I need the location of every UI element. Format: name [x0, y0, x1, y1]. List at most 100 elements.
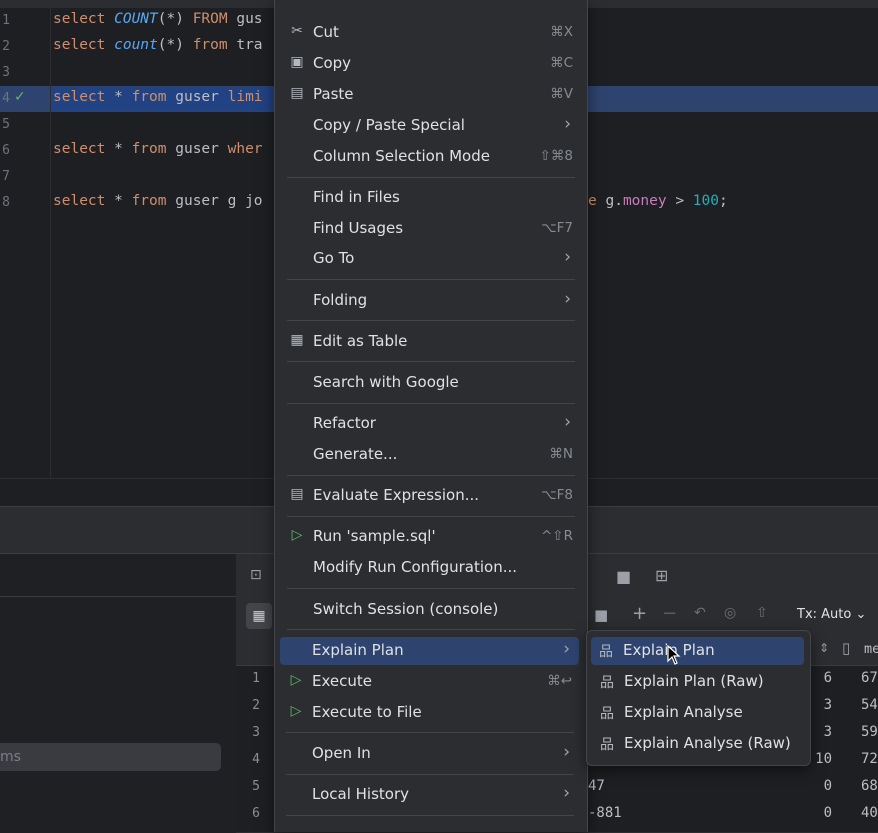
panel-divider [0, 596, 236, 597]
submenu-item-explain-plan[interactable]: 品 Explain Plan [586, 637, 809, 665]
terminal-icon[interactable]: ⊡ [250, 567, 262, 583]
run-icon: ▷ [291, 527, 303, 543]
column-header[interactable]: me [864, 641, 878, 657]
hierarchy-icon: 品 [600, 675, 614, 691]
menu-item-label: Folding [313, 291, 368, 309]
table-cell[interactable]: 59 [861, 724, 878, 740]
menu-item-label: Search with Google [313, 373, 459, 391]
code-text: guser [166, 89, 228, 105]
submenu-item-explain-analyse[interactable]: 品 Explain Analyse [587, 699, 810, 727]
table-icon: ▦ [290, 332, 304, 348]
menu-item-find-in-files[interactable]: Find in Files [275, 184, 587, 212]
layout-icon[interactable]: ⊞ [655, 566, 668, 585]
stop-icon[interactable]: ■ [616, 567, 631, 586]
run-icon: ▷ [290, 672, 302, 688]
shortcut-label: ^⇧R [540, 528, 573, 544]
menu-item-cut[interactable]: ✂ Cut ⌘X [275, 19, 587, 47]
menu-item-run-sample-sql[interactable]: ▷ Run 'sample.sql' ^⇧R [275, 523, 587, 551]
hierarchy-icon: 品 [600, 706, 614, 722]
menu-separator [286, 732, 574, 733]
table-cell[interactable]: -881 [588, 805, 622, 821]
menu-item-local-history[interactable]: Local History › [274, 781, 586, 809]
preview-icon[interactable]: ◎ [724, 605, 736, 621]
table-cell[interactable]: 0 [790, 778, 832, 794]
services-tree-panel [0, 553, 236, 833]
menu-item-label: Switch Session (console) [313, 600, 499, 618]
table-cell[interactable]: 47 [588, 778, 605, 794]
calculator-icon: ▤ [290, 486, 304, 502]
menu-item-modify-run-configuration[interactable]: Modify Run Configuration... [275, 554, 587, 582]
code-line-4[interactable]: select * from guser limi [53, 89, 263, 105]
menu-item-copy[interactable]: ▣ Copy ⌘C [275, 50, 587, 78]
row-number: 4 [252, 752, 260, 767]
code-line-2[interactable]: select count(*) from tra [53, 37, 263, 53]
paste-icon: ▤ [290, 85, 304, 101]
table-cell[interactable]: 54 [861, 697, 878, 713]
menu-item-execute[interactable]: ▷ Execute ⌘↩ [274, 668, 586, 696]
menu-separator [287, 516, 575, 517]
menu-item-paste[interactable]: ▤ Paste ⌘V [275, 81, 587, 109]
table-cell[interactable]: 40 [861, 805, 878, 821]
transaction-mode-dropdown[interactable]: Tx: Auto ⌄ [797, 607, 866, 622]
code-line-8-tail[interactable]: e g.money > 100; [588, 193, 728, 209]
code-text: g. [596, 193, 623, 209]
menu-item-copy-paste-special[interactable]: Copy / Paste Special › [275, 112, 587, 140]
function: COUNT [114, 11, 158, 27]
code-line-6[interactable]: select * from guser wher [53, 141, 263, 157]
menu-item-explain-plan[interactable]: Explain Plan › [274, 637, 586, 665]
menu-separator [287, 403, 575, 404]
menu-item-label: Cut [313, 23, 339, 41]
menu-item-execute-to-file[interactable]: ▷ Execute to File [274, 699, 586, 727]
menu-item-go-to[interactable]: Go To › [275, 245, 587, 273]
submit-icon[interactable]: ⇧ [756, 605, 768, 621]
menu-item-label: Execute [312, 672, 372, 690]
code-text: (*) [157, 37, 193, 53]
menu-separator [287, 361, 575, 362]
menu-item-label: Paste [313, 85, 354, 103]
menu-separator [287, 177, 575, 178]
chevron-right-icon: › [563, 783, 570, 803]
menu-item-generate[interactable]: Generate... ⌘N [275, 441, 587, 469]
submenu-item-explain-plan-raw[interactable]: 品 Explain Plan (Raw) [587, 668, 810, 696]
keyword: from [131, 141, 167, 157]
submenu-item-explain-analyse-raw[interactable]: 品 Explain Analyse (Raw) [587, 730, 810, 758]
menu-separator [287, 279, 575, 280]
menu-item-label: Generate... [313, 445, 398, 463]
table-cell[interactable]: 68 [861, 778, 878, 794]
keyword: from [192, 37, 228, 53]
menu-item-open-in[interactable]: Open In › [274, 740, 586, 768]
revert-icon[interactable]: ↶ [694, 605, 706, 621]
code-line-1[interactable]: select COUNT(*) FROM gus [53, 11, 263, 27]
menu-item-search-with-google[interactable]: Search with Google [275, 369, 587, 397]
code-text: > [666, 193, 693, 209]
code-text: * [114, 89, 132, 105]
menu-item-refactor[interactable]: Refactor › [275, 410, 587, 438]
stop-icon[interactable]: ■ [594, 606, 608, 624]
menu-item-label: Find in Files [313, 188, 400, 206]
add-row-icon[interactable]: + [632, 603, 647, 624]
menu-item-folding[interactable]: Folding › [275, 287, 587, 315]
shortcut-label: ⌘X [550, 24, 573, 40]
executed-check-icon: ✓ [14, 89, 26, 105]
shortcut-label: ⌘C [550, 55, 573, 71]
menu-item-switch-session[interactable]: Switch Session (console) [275, 596, 587, 624]
menu-item-find-usages[interactable]: Find Usages ⌥F7 [275, 215, 587, 243]
table-view-icon[interactable]: ▦ [246, 603, 272, 629]
remove-row-icon[interactable]: − [662, 603, 677, 624]
table-cell[interactable]: 67 [861, 670, 878, 686]
table-cell[interactable]: 0 [790, 805, 832, 821]
row-number: 6 [252, 806, 260, 821]
menu-item-evaluate-expression[interactable]: ▤ Evaluate Expression... ⌥F8 [275, 482, 587, 510]
menu-item-column-selection-mode[interactable]: Column Selection Mode ⇧⌘8 [275, 143, 587, 171]
table-cell[interactable]: 72 [861, 751, 878, 767]
gutter-separator [50, 8, 51, 478]
sort-icon[interactable]: ⇕ [819, 641, 829, 655]
menu-item-edit-as-table[interactable]: ▦ Edit as Table [275, 328, 587, 356]
code-line-8[interactable]: select * from guser g jo [53, 193, 263, 209]
line-number: 4 [2, 91, 10, 106]
code-text: ; [719, 193, 728, 209]
shortcut-label: ⌘↩ [547, 673, 572, 689]
number-literal: 100 [692, 193, 719, 209]
transaction-mode-label: Tx: Auto [797, 607, 852, 622]
services-search-input[interactable]: ms [0, 743, 221, 771]
